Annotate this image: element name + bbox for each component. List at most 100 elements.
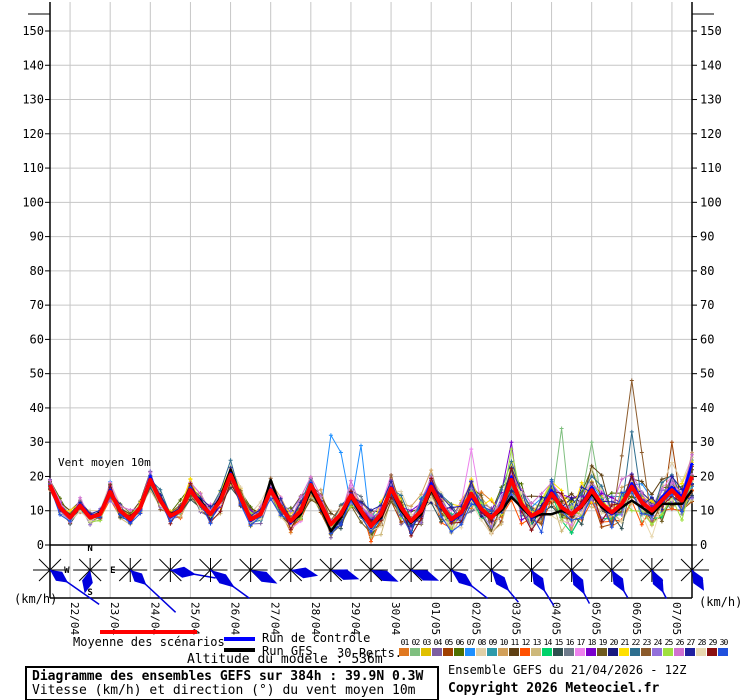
y-tick-label-left: 120	[22, 127, 44, 141]
date-label: 30/04	[389, 602, 402, 635]
pert-number: 03	[422, 638, 432, 647]
pert-number: 20	[609, 638, 619, 647]
pert-color-swatch	[597, 648, 607, 656]
y-tick-label-right: 100	[700, 195, 722, 209]
y-tick-label-left: 150	[22, 24, 44, 38]
pert-07: 07	[465, 638, 476, 656]
y-tick-label-right: 120	[700, 127, 722, 141]
altitude-label: Altitude du modele : 536m	[187, 652, 383, 667]
y-tick-label-right: 40	[700, 401, 714, 415]
wind-arrow	[491, 570, 510, 592]
pert-color-swatch	[421, 648, 431, 656]
pert-27: 27	[685, 638, 696, 656]
pert-14: 14	[542, 638, 553, 656]
y-tick-label-left: 30	[30, 435, 44, 449]
run-info-label: Ensemble GEFS du 21/04/2026 - 12Z	[448, 663, 687, 677]
wind-arrow	[130, 570, 147, 585]
y-tick-label-right: 140	[700, 58, 722, 72]
pert-color-swatch	[674, 648, 684, 656]
pert-number: 21	[620, 638, 630, 647]
unit-label-left: (km/h)	[14, 592, 57, 606]
pert-color-swatch	[685, 648, 695, 656]
y-tick-label-right: 60	[700, 332, 714, 346]
pert-01: 01	[399, 638, 410, 656]
pert-02: 02	[410, 638, 421, 656]
pert-17: 17	[575, 638, 586, 656]
pert-08: 08	[476, 638, 487, 656]
pert-color-swatch	[707, 648, 717, 656]
compass-label-n: N	[87, 544, 92, 554]
pert-color-swatch	[432, 648, 442, 656]
ensemble-chart: 0 0 10 10 20 20 30 30 40 40 50 50 60 60 70 70 80 80 90 90 10…	[14, 2, 740, 635]
date-label: 06/05	[630, 602, 643, 635]
y-tick-label-left: 60	[30, 332, 44, 346]
pert-color-swatch	[487, 648, 497, 656]
pert-number: 30	[719, 638, 729, 647]
wind-arrow	[290, 567, 319, 579]
date-label: 03/05	[509, 602, 522, 635]
pert-number: 22	[631, 638, 641, 647]
diagram-title: Diagramme des ensembles GEFS sur 384h : …	[32, 669, 424, 684]
pert-26: 26	[674, 638, 685, 656]
legend-control-line-sample	[224, 637, 255, 641]
pert-color-swatch	[443, 648, 453, 656]
y-tick-label-right: 10	[700, 504, 714, 518]
pert-number: 01	[400, 638, 410, 647]
wind-arrow	[531, 570, 546, 592]
y-tick-label-right: 30	[700, 435, 714, 449]
y-tick-label-left: 20	[30, 469, 44, 483]
legend-mean-label: Moyenne des scénarios	[73, 635, 225, 649]
wind-arrow	[411, 570, 440, 581]
pert-number: 19	[598, 638, 608, 647]
pert-color-swatch	[454, 648, 464, 656]
y-tick-label-left: 140	[22, 58, 44, 72]
pert-21: 21	[619, 638, 630, 656]
pert-number: 07	[466, 638, 476, 647]
pert-19: 19	[597, 638, 608, 656]
pert-color-swatch	[498, 648, 508, 656]
pert-09: 09	[487, 638, 498, 656]
diagram-subtitle: Vitesse (km/h) et direction (°) du vent …	[32, 683, 416, 698]
pert-number: 24	[653, 638, 663, 647]
date-label: 02/05	[469, 602, 482, 635]
pert-11: 11	[509, 638, 520, 656]
y-tick-label-left: 110	[22, 161, 44, 175]
footer-info-box: Diagramme des ensembles GEFS sur 384h : …	[25, 666, 439, 700]
wind-arrow	[611, 570, 625, 593]
pert-color-swatch	[465, 648, 475, 656]
pert-color-swatch	[542, 648, 552, 656]
y-tick-label-right: 150	[700, 24, 722, 38]
pert-color-swatch	[630, 648, 640, 656]
date-label: 01/05	[429, 602, 442, 635]
y-tick-label-left: 90	[30, 230, 44, 244]
y-tick-label-right: 20	[700, 469, 714, 483]
pert-number: 27	[686, 638, 696, 647]
pert-number: 26	[675, 638, 685, 647]
y-tick-label-right: 0	[700, 538, 707, 552]
y-tick-label-left: 70	[30, 298, 44, 312]
date-label: 05/05	[590, 602, 603, 635]
pert-05: 05	[443, 638, 454, 656]
pert-24: 24	[652, 638, 663, 656]
pert-28: 28	[696, 638, 707, 656]
pert-color-swatch	[641, 648, 651, 656]
meteogram-page: { "axes": { "unit_left": "(km/h)", "unit…	[0, 0, 740, 700]
pert-number: 11	[510, 638, 520, 647]
pert-number: 09	[488, 638, 498, 647]
legend-control-label: Run de contrôle	[262, 631, 371, 645]
y-tick-label-right: 50	[700, 367, 714, 381]
wind-arrow	[250, 570, 278, 584]
pert-color-swatch	[575, 648, 585, 656]
compass-label-w: W	[64, 566, 70, 576]
y-tick-label-left: 50	[30, 367, 44, 381]
pert-color-swatch	[410, 648, 420, 656]
compass-label-s: S	[87, 588, 92, 598]
wind-arrow	[451, 570, 474, 588]
pert-number: 14	[543, 638, 553, 647]
pert-number: 05	[444, 638, 454, 647]
wind-arrow	[692, 570, 704, 591]
unit-label-right: (km/h)	[699, 595, 740, 609]
pert-color-swatch	[399, 648, 409, 656]
pert-number: 18	[587, 638, 597, 647]
pert-number: 23	[642, 638, 652, 647]
